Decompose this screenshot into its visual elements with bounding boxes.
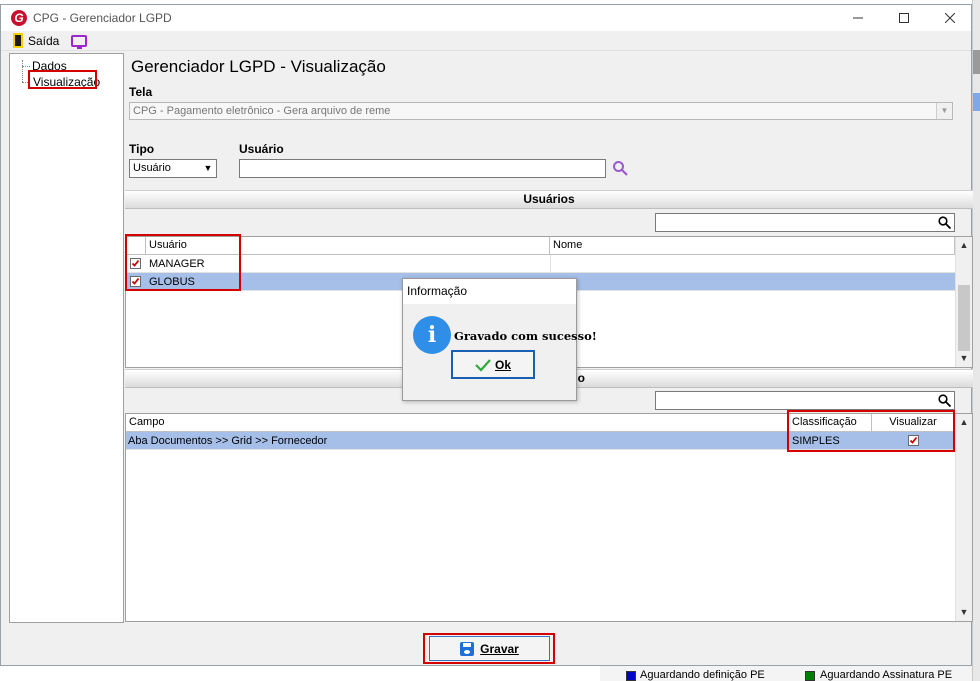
users-filter-input[interactable] [655,213,955,232]
toolbar: Saída [1,31,971,51]
tela-label: Tela [129,85,153,99]
highlight-annotation [28,70,97,89]
tipo-label: Tipo [129,142,155,156]
info-icon: i [413,316,451,354]
chevron-down-icon[interactable]: ▼ [936,103,952,119]
window-title: CPG - Gerenciador LGPD [33,11,172,25]
exit-door-icon[interactable] [13,33,23,48]
chevron-down-icon[interactable]: ▼ [200,160,216,176]
monitor-icon[interactable] [71,34,88,49]
minimize-icon [853,17,863,19]
highlight-annotation [787,410,955,452]
highlight-annotation [125,234,241,291]
ok-button-label: Ok [494,357,511,372]
close-icon [945,13,955,23]
minimize-button[interactable] [835,5,881,31]
maximize-button[interactable] [881,5,927,31]
scroll-up-icon[interactable]: ▲ [956,414,972,430]
tela-select[interactable]: CPG - Pagamento eletrônico - Gera arquiv… [129,102,953,120]
tipo-select-value: Usuário [133,162,171,174]
scroll-down-icon[interactable]: ▼ [956,604,972,620]
fields-scrollbar[interactable]: ▲ ▼ [955,414,972,621]
legend-label: Aguardando Assinatura PE [820,669,953,681]
fields-filter-input[interactable] [655,391,955,410]
legend-swatch-blue [626,671,636,681]
row-nome [550,255,551,273]
usuario-label: Usuário [239,142,284,156]
title-bar[interactable]: G CPG - Gerenciador LGPD [1,5,971,31]
app-logo-icon: G [11,10,27,26]
column-header-campo[interactable]: Campo [126,414,789,431]
floppy-disk-icon [460,641,475,656]
exit-button[interactable]: Saída [28,34,59,48]
search-icon[interactable] [612,160,628,176]
dialog-title[interactable]: Informação [403,279,576,304]
legend-label: Aguardando definição PE [640,669,765,681]
tela-select-value: CPG - Pagamento eletrônico - Gera arquiv… [133,105,391,117]
row-campo: Aba Documentos >> Grid >> Fornecedor [128,435,328,447]
save-button-label: Gravar [480,641,519,656]
save-button[interactable]: Gravar [429,636,550,661]
info-dialog: Informação i Gravado com sucesso! Ok [402,278,597,401]
check-icon [475,358,491,372]
ok-button[interactable]: Ok [451,350,535,379]
background-legend: Aguardando definição PE Aguardando Assin… [600,666,972,681]
page-title: Gerenciador LGPD - Visualização [131,57,386,76]
users-grid-header: Usuário Nome [126,237,955,255]
users-scrollbar[interactable]: ▲ ▼ [955,237,972,367]
users-section-header: Usuários [125,190,973,209]
search-icon[interactable] [938,216,951,229]
scroll-thumb[interactable] [958,285,970,351]
maximize-icon [899,13,909,23]
navigation-tree: Dados Visualização [9,53,124,623]
legend-swatch-green [805,671,815,681]
column-header-nome[interactable]: Nome [550,237,955,254]
search-icon[interactable] [938,394,951,407]
table-row[interactable]: MANAGER [126,255,955,273]
fields-grid: Campo Classificação Visualizar Aba Docum… [125,410,973,622]
scroll-down-icon[interactable]: ▼ [956,350,972,366]
background-app-edge [972,0,980,681]
dialog-message: Gravado com sucesso! [454,329,597,343]
close-button[interactable] [927,5,973,31]
tipo-select[interactable]: Usuário ▼ [129,159,217,178]
scroll-up-icon[interactable]: ▲ [956,237,972,253]
usuario-input[interactable] [239,159,606,178]
